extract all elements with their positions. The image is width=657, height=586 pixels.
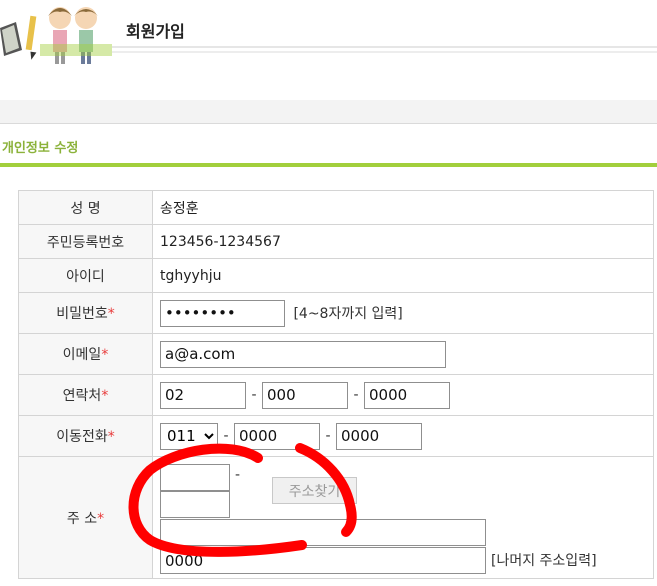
form-row-name: 성 명 송정훈 [18, 190, 654, 225]
address-main-field[interactable] [160, 519, 486, 546]
form-row-mobile: 이동전화* 011-- [18, 415, 654, 457]
mobile-separator: - [325, 428, 331, 444]
userid-value: tghyyhju [152, 258, 654, 293]
form-row-password: 비밀번호* [4~8자까지 입력] [18, 292, 654, 334]
address-detail-field[interactable] [160, 547, 486, 574]
phone-area-field[interactable] [160, 381, 246, 409]
header-divider-2 [112, 51, 657, 53]
form-row-userid: 아이디 tghyyhju [18, 258, 654, 293]
email-label: 이메일* [18, 333, 153, 375]
phone-separator: - [353, 387, 359, 403]
required-mark: * [101, 347, 109, 363]
rrn-value: 123456-1234567 [152, 224, 654, 259]
mobile-mid-field[interactable] [234, 422, 320, 450]
password-hint: [4~8자까지 입력] [293, 306, 403, 322]
mobile-carrier-select[interactable]: 011 [160, 422, 218, 450]
header-divider [112, 46, 657, 48]
zipcode-first-field[interactable] [160, 464, 230, 491]
required-mark: * [101, 388, 109, 404]
password-label: 비밀번호* [18, 292, 153, 334]
name-label: 성 명 [18, 190, 153, 225]
form-row-address: 주 소* - 주소찾기 [나머지 주소입력] [18, 456, 654, 579]
password-field[interactable] [160, 299, 285, 327]
required-mark: * [107, 306, 115, 322]
mobile-last-field[interactable] [336, 422, 422, 450]
mobile-label: 이동전화* [18, 415, 153, 457]
address-label: 주 소* [18, 456, 153, 579]
name-value: 송정훈 [152, 190, 654, 225]
page-title: 회원가입 [126, 22, 185, 41]
email-field[interactable] [160, 340, 446, 368]
member-edit-form: 성 명 송정훈 주민등록번호 123456-1234567 아이디 tghyyh… [18, 190, 654, 579]
phone-last-field[interactable] [364, 381, 450, 409]
userid-label: 아이디 [18, 258, 153, 293]
zipcode-second-field[interactable] [160, 491, 230, 518]
section-title: 개인정보 수정 [2, 141, 79, 156]
phone-label: 연락처* [18, 374, 153, 416]
children-with-book-logo [0, 7, 112, 64]
address-detail-hint: [나머지 주소입력] [491, 553, 597, 569]
form-row-rrn: 주민등록번호 123456-1234567 [18, 224, 654, 259]
mobile-separator: - [223, 428, 229, 444]
form-row-phone: 연락처* - - [18, 374, 654, 416]
zipcode-separator: - [235, 467, 241, 483]
address-search-button[interactable]: 주소찾기 [272, 477, 357, 504]
page-header: 회원가입 [0, 0, 657, 64]
sub-header-band [0, 100, 657, 124]
required-mark: * [97, 510, 105, 527]
form-row-email: 이메일* [18, 333, 654, 375]
required-mark: * [107, 429, 115, 445]
section-divider [0, 163, 657, 167]
rrn-label: 주민등록번호 [18, 224, 153, 259]
phone-separator: - [251, 387, 257, 403]
phone-mid-field[interactable] [262, 381, 348, 409]
